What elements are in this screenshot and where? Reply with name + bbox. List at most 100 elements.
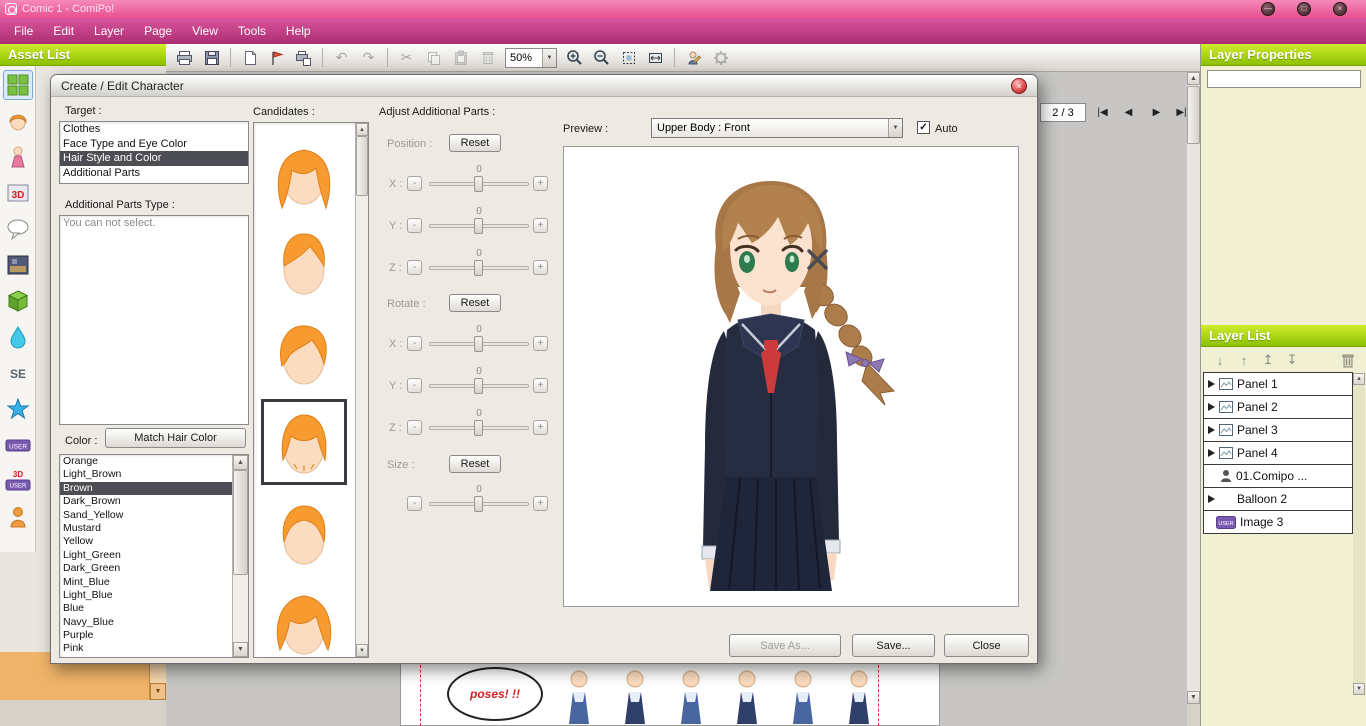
move-layer-up-button[interactable]: ↑ xyxy=(1235,351,1253,369)
position-y-decrease-button[interactable]: - xyxy=(407,218,422,233)
bring-to-front-button[interactable]: ↥ xyxy=(1259,351,1277,369)
target-item-additional-parts[interactable]: Additional Parts xyxy=(60,166,248,181)
send-to-back-button[interactable]: ↧ xyxy=(1283,351,1301,369)
page-flag-button[interactable] xyxy=(264,46,289,70)
scrollbar-thumb[interactable] xyxy=(356,136,368,196)
layer-row-balloon-2[interactable]: Balloon 2 xyxy=(1203,487,1353,511)
target-item-face[interactable]: Face Type and Eye Color xyxy=(60,137,248,152)
scroll-down-button[interactable]: ▼ xyxy=(1187,691,1200,704)
scroll-up-button[interactable]: ▲ xyxy=(1353,373,1365,385)
target-item-clothes[interactable]: Clothes xyxy=(60,122,248,137)
balloon-category[interactable] xyxy=(3,214,33,244)
next-page-button[interactable]: ▶ xyxy=(1145,103,1168,122)
rotate-x-increase-button[interactable]: + xyxy=(533,336,548,351)
first-page-button[interactable]: |◀ xyxy=(1091,103,1114,122)
scroll-down-button[interactable]: ▼ xyxy=(356,644,368,657)
match-hair-color-button[interactable]: Match Hair Color xyxy=(105,428,246,448)
candidate-hair-3[interactable] xyxy=(261,309,347,395)
scroll-down-button[interactable]: ▼ xyxy=(150,683,166,700)
menu-page[interactable]: Page xyxy=(134,20,182,42)
menu-help[interactable]: Help xyxy=(276,20,321,42)
save-button-dialog[interactable]: Save... xyxy=(852,634,935,657)
page-figure-thumbnail[interactable] xyxy=(672,668,710,726)
color-item-dark-green[interactable]: Dark_Green xyxy=(60,562,232,575)
rotate-x-decrease-button[interactable]: - xyxy=(407,336,422,351)
position-x-decrease-button[interactable]: - xyxy=(407,176,422,191)
color-item-light-brown[interactable]: Light_Brown xyxy=(60,468,232,481)
color-item-mustard[interactable]: Mustard xyxy=(60,522,232,535)
background-category[interactable] xyxy=(3,250,33,280)
color-list-scrollbar[interactable]: ▲ ▼ xyxy=(232,455,248,657)
menu-edit[interactable]: Edit xyxy=(43,20,84,42)
move-layer-down-button[interactable]: ↓ xyxy=(1211,351,1229,369)
3d-item-category[interactable]: 3D xyxy=(3,178,33,208)
item-category[interactable] xyxy=(3,286,33,316)
page-figure-thumbnail[interactable] xyxy=(728,668,766,726)
rotate-x-slider-thumb[interactable] xyxy=(474,336,483,352)
expand-arrow-icon[interactable] xyxy=(1208,380,1215,388)
layer-row-panel-3[interactable]: Panel 3 xyxy=(1203,418,1353,442)
fit-page-button[interactable] xyxy=(616,46,641,70)
color-item-light-green[interactable]: Light_Green xyxy=(60,549,232,562)
rotate-z-decrease-button[interactable]: - xyxy=(407,420,422,435)
size-increase-button[interactable]: + xyxy=(533,496,548,511)
layer-row-comipo[interactable]: 01.Comipo ... xyxy=(1203,464,1353,488)
size-slider-thumb[interactable] xyxy=(474,496,483,512)
target-item-hair[interactable]: Hair Style and Color xyxy=(60,151,248,166)
color-item-light-blue[interactable]: Light_Blue xyxy=(60,589,232,602)
save-as-button[interactable]: Save As... xyxy=(729,634,841,657)
print-button[interactable] xyxy=(172,46,197,70)
new-page-button[interactable] xyxy=(237,46,262,70)
color-item-purple[interactable]: Purple xyxy=(60,629,232,642)
candidates-scrollbar[interactable]: ▲ ▼ xyxy=(355,123,368,657)
redo-button[interactable]: ↷ xyxy=(356,46,381,70)
color-item-blue[interactable]: Blue xyxy=(60,602,232,615)
position-reset-button[interactable]: Reset xyxy=(449,134,501,152)
menu-view[interactable]: View xyxy=(182,20,228,42)
color-item-yellow[interactable]: Yellow xyxy=(60,535,232,548)
delete-layer-button[interactable] xyxy=(1339,351,1357,369)
cut-button[interactable]: ✂ xyxy=(394,46,419,70)
layer-property-field[interactable] xyxy=(1207,70,1361,88)
undo-button[interactable]: ↶ xyxy=(329,46,354,70)
color-item-orange[interactable]: Orange xyxy=(60,455,232,468)
rotate-y-decrease-button[interactable]: - xyxy=(407,378,422,393)
rotate-z-slider-thumb[interactable] xyxy=(474,420,483,436)
minimize-button[interactable]: — xyxy=(1261,2,1275,16)
scroll-down-button[interactable]: ▼ xyxy=(233,642,248,657)
rotate-z-increase-button[interactable]: + xyxy=(533,420,548,435)
previous-page-button[interactable]: ◀ xyxy=(1117,103,1140,122)
color-item-navy-blue[interactable]: Navy_Blue xyxy=(60,616,232,629)
sound-effect-category[interactable]: SE xyxy=(3,358,33,388)
layer-list-scrollbar[interactable]: ▲ ▼ xyxy=(1353,373,1365,695)
effect-drop-category[interactable] xyxy=(3,322,33,352)
layer-row-image-3[interactable]: USER Image 3 xyxy=(1203,510,1353,534)
save-button[interactable] xyxy=(199,46,224,70)
preview-view-select[interactable]: Upper Body : Front ▼ xyxy=(651,118,903,138)
rotate-reset-button[interactable]: Reset xyxy=(449,294,501,312)
position-x-slider-thumb[interactable] xyxy=(474,176,483,192)
layer-row-panel-1[interactable]: Panel 1 xyxy=(1203,372,1353,396)
page-indicator[interactable]: 2 / 3 xyxy=(1040,103,1086,122)
flash-effect-category[interactable] xyxy=(3,394,33,424)
layer-row-panel-4[interactable]: Panel 4 xyxy=(1203,441,1353,465)
scroll-up-button[interactable]: ▲ xyxy=(356,123,368,136)
size-decrease-button[interactable]: - xyxy=(407,496,422,511)
expand-arrow-icon[interactable] xyxy=(1208,449,1215,457)
color-item-brown[interactable]: Brown xyxy=(60,482,232,495)
color-item-dark-brown[interactable]: Dark_Brown xyxy=(60,495,232,508)
candidate-hair-1[interactable] xyxy=(261,129,347,215)
user-character-category[interactable] xyxy=(3,502,33,532)
page-figure-thumbnail[interactable] xyxy=(784,668,822,726)
position-y-slider-thumb[interactable] xyxy=(474,218,483,234)
position-z-decrease-button[interactable]: - xyxy=(407,260,422,275)
zoom-dropdown-arrow-icon[interactable]: ▼ xyxy=(542,49,556,67)
paste-button[interactable] xyxy=(448,46,473,70)
window-titlebar[interactable]: Comic 1 - ComiPo! — □ × xyxy=(0,0,1366,18)
candidate-hair-2[interactable] xyxy=(261,219,347,305)
dialog-close-button[interactable]: × xyxy=(1011,78,1027,94)
position-z-slider-thumb[interactable] xyxy=(474,260,483,276)
layer-row-panel-2[interactable]: Panel 2 xyxy=(1203,395,1353,419)
zoom-out-button[interactable] xyxy=(589,46,614,70)
canvas-vertical-scrollbar[interactable]: ▲ ▼ xyxy=(1187,72,1200,704)
